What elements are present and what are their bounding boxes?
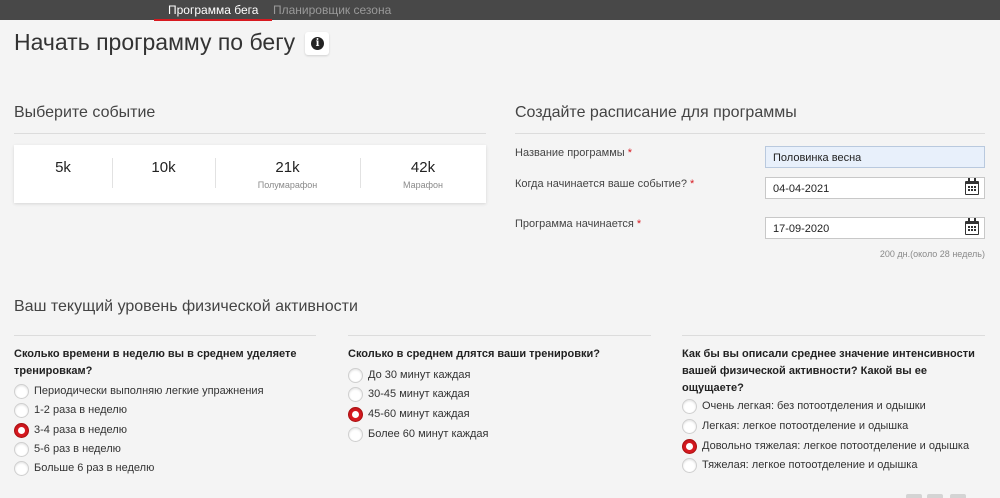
program-name-value: Половинка весна xyxy=(773,152,862,164)
event-date-label: Когда начинается ваше событие? * xyxy=(515,178,694,190)
event-option-42k[interactable]: 42k Марафон xyxy=(360,145,486,203)
radio-button[interactable] xyxy=(348,368,363,383)
question-weekly-time: Сколько времени в неделю вы в среднем уд… xyxy=(14,346,297,380)
info-button[interactable]: i xyxy=(305,32,329,55)
required-mark: * xyxy=(690,178,695,190)
event-value: 5k xyxy=(55,159,71,176)
calendar-icon[interactable] xyxy=(965,178,979,195)
radio-button[interactable] xyxy=(682,419,697,434)
events-section-title: Выберите событие xyxy=(14,104,156,121)
radio-button[interactable] xyxy=(14,384,29,399)
radio-label: Тяжелая: легкое потоотделение и одышка xyxy=(702,459,918,471)
bottom-edge-control xyxy=(927,494,943,498)
bottom-edge-control xyxy=(906,494,922,498)
event-option-21k[interactable]: 21k Полумарафон xyxy=(215,145,360,203)
event-date-value: 04-04-2021 xyxy=(773,183,830,195)
required-mark: * xyxy=(636,218,642,230)
event-value: 21k xyxy=(275,159,300,176)
radio-label: Очень легкая: без потоотделения и одышки xyxy=(702,400,926,412)
event-value: 10k xyxy=(151,159,176,176)
question-intensity: Как бы вы описали среднее значение интен… xyxy=(682,346,975,397)
event-date-input[interactable]: 04-04-2021 xyxy=(765,177,985,199)
radio-label: Периодически выполняю легкие упражнения xyxy=(34,385,264,397)
radio-button[interactable] xyxy=(348,427,363,442)
question-line: ощущаете? xyxy=(682,382,744,394)
start-date-label-text: Программа начинается xyxy=(515,218,634,230)
radio-label: Больше 6 раз в неделю xyxy=(34,462,155,474)
radio-button[interactable] xyxy=(14,442,29,457)
radio-button-checked[interactable] xyxy=(682,439,697,454)
page-title: Начать программу по бегу xyxy=(14,29,296,55)
radio-label: 1-2 раза в неделю xyxy=(34,404,127,416)
radio-button[interactable] xyxy=(14,461,29,476)
radio-label: Более 60 минут каждая xyxy=(368,428,489,440)
start-date-value: 17-09-2020 xyxy=(773,223,830,235)
event-subtitle: Марафон xyxy=(403,180,443,190)
start-date-label: Программа начинается * xyxy=(515,218,641,230)
radio-label: 45-60 минут каждая xyxy=(368,408,470,420)
question-divider xyxy=(682,335,985,336)
question-line: Как бы вы описали среднее значение интен… xyxy=(682,348,975,360)
events-divider xyxy=(14,133,486,134)
tab-running-program[interactable]: Программа бега xyxy=(153,3,273,21)
radio-button-checked[interactable] xyxy=(348,407,363,422)
question-session-length: Сколько в среднем длятся ваши тренировки… xyxy=(348,346,600,363)
question-line: вашей физической активности? Какой вы ее xyxy=(682,365,927,377)
radio-label: Довольно тяжелая: легкое потоотделение и… xyxy=(702,440,970,452)
radio-label: 30-45 минут каждая xyxy=(368,388,470,400)
calendar-icon[interactable] xyxy=(965,218,979,235)
question-divider xyxy=(348,335,651,336)
question-line: Сколько в среднем длятся ваши тренировки… xyxy=(348,348,600,360)
tab-season-planner[interactable]: Планировщик сезона xyxy=(273,3,391,17)
program-name-label: Название программы * xyxy=(515,147,632,159)
event-value: 42k xyxy=(410,159,436,176)
radio-label: До 30 минут каждая xyxy=(368,369,471,381)
radio-button[interactable] xyxy=(682,399,697,414)
radio-button[interactable] xyxy=(682,458,697,473)
question-divider xyxy=(14,335,316,336)
radio-button-checked[interactable] xyxy=(14,423,29,438)
radio-button[interactable] xyxy=(348,387,363,402)
radio-label: 5-6 раз в неделю xyxy=(34,443,121,455)
bottom-edge-control xyxy=(950,494,966,498)
start-date-input[interactable]: 17-09-2020 xyxy=(765,217,985,239)
top-nav-bar: Программа бега Планировщик сезона xyxy=(0,0,1000,21)
event-subtitle: Полумарафон xyxy=(257,180,318,190)
program-name-label-text: Название программы xyxy=(515,147,625,159)
radio-button[interactable] xyxy=(14,403,29,418)
radio-label: 3-4 раза в неделю xyxy=(34,424,127,436)
program-duration-note: 200 дн.(около 28 недель) xyxy=(879,249,985,259)
event-selector: 5k 10k 21k Полумарафон 42k Марафон xyxy=(14,145,486,203)
info-icon: i xyxy=(311,37,324,50)
schedule-divider xyxy=(515,133,985,134)
radio-label: Легкая: легкое потоотделение и одышка xyxy=(702,420,909,432)
question-line: Сколько времени в неделю вы в среднем уд… xyxy=(14,348,297,360)
event-option-10k[interactable]: 10k xyxy=(112,145,215,203)
event-date-label-text: Когда начинается ваше событие? xyxy=(515,178,688,190)
event-option-5k[interactable]: 5k xyxy=(14,145,112,203)
program-name-input[interactable]: Половинка весна xyxy=(765,146,985,168)
activity-section-title: Ваш текущий уровень физической активност… xyxy=(14,298,358,315)
question-line: тренировкам? xyxy=(14,365,93,377)
required-mark: * xyxy=(627,147,632,159)
schedule-section-title: Создайте расписание для программы xyxy=(515,104,797,121)
